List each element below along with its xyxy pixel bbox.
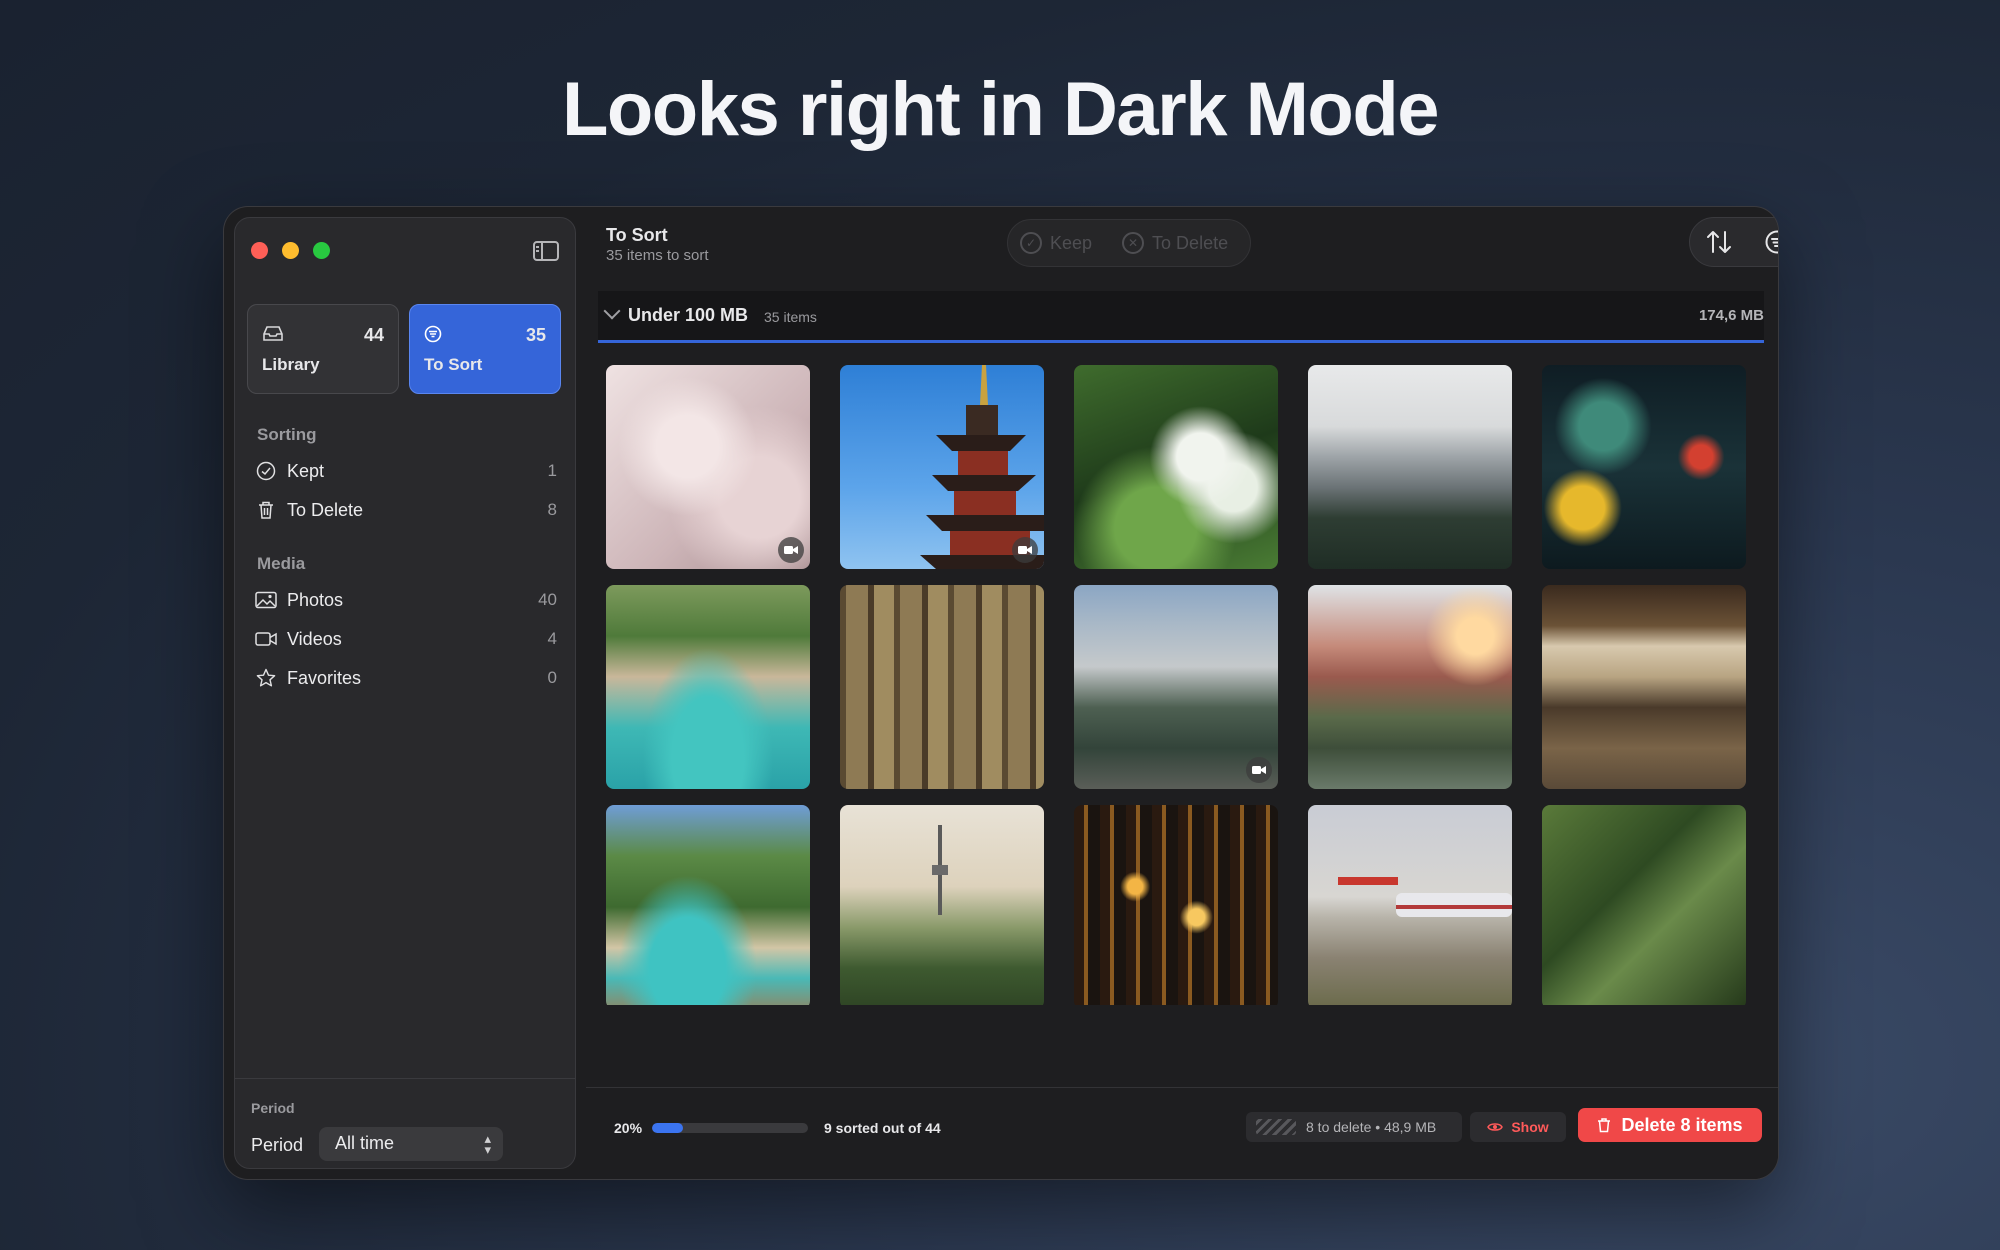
summary-cards: 44 Library 35 To Sort [247,304,561,394]
to-sort-count: 35 [525,325,546,345]
tray-icon [263,326,283,341]
library-label: Library [262,355,320,374]
stripes-icon [1256,1119,1296,1135]
group-header[interactable]: Under 100 MB 35 items 174,6 MB [598,291,1764,343]
photo-thumbnail[interactable] [1074,585,1278,789]
star-icon [255,667,277,689]
sidebar-item-count: 8 [547,500,557,519]
photo-thumbnail[interactable] [1542,585,1746,789]
progress-bar [652,1123,808,1133]
show-button[interactable]: Show [1470,1112,1566,1142]
sidebar-item-to-delete[interactable]: To Delete 8 [255,495,557,525]
zoom-window-button[interactable] [313,242,330,259]
main-content: To Sort 35 items to sort ✓ Keep ✕ To Del… [586,207,1778,1179]
photo-icon [255,589,277,611]
photo-thumbnail[interactable] [1074,365,1278,569]
sort-button[interactable] [1690,217,1748,267]
headline: Looks right in Dark Mode [561,67,1440,152]
to-delete-button[interactable]: To Delete [1152,233,1228,254]
chevron-down-icon[interactable] [603,302,621,320]
to-sort-card[interactable]: 35 To Sort [409,304,561,394]
progress-fill [652,1123,684,1133]
group-size: 174,6 MB [1698,307,1764,324]
filter-button[interactable] [1748,217,1778,267]
delete-items-button[interactable]: Delete 8 items [1578,1108,1762,1142]
photo-thumbnail[interactable] [606,805,810,1005]
video-icon [255,628,277,650]
xmark-icon: ✕ [1122,232,1145,254]
delete-items-label: Delete 8 items [1621,1114,1743,1135]
sidebar-item-count: 1 [547,461,557,480]
photo-thumbnail[interactable] [1074,805,1278,1005]
library-card[interactable]: 44 Library [247,304,399,394]
sort-arrows-icon [1707,231,1731,253]
period-section-title: Period [251,1100,295,1116]
progress-percent: 20% [614,1120,643,1136]
eye-icon [1487,1123,1504,1131]
photo-grid [606,365,1766,1005]
period-value: All time [335,1133,395,1153]
trash-icon [1598,1118,1611,1133]
show-label: Show [1511,1119,1549,1135]
sidebar-item-kept[interactable]: Kept 1 [255,456,557,486]
video-badge-icon [1246,757,1272,783]
checkmark-circle-icon [255,460,277,482]
sidebar-item-count: 4 [547,629,557,648]
group-title: Under 100 MB [628,305,749,325]
updown-chevron-icon: ▴ ▾ [484,1131,491,1157]
sidebar-item-photos[interactable]: Photos 40 [255,585,557,615]
to-sort-label: To Sort [424,355,483,374]
photo-thumbnail[interactable] [1542,805,1746,1005]
sidebar-item-label: Videos [287,628,342,649]
sidebar-item-label: Photos [287,589,344,610]
photo-thumbnail[interactable] [1308,805,1512,1005]
keep-delete-control: ✓ Keep ✕ To Delete [1007,219,1251,267]
sidebar-item-label: Favorites [287,667,362,688]
period-select[interactable]: All time ▴ ▾ [319,1127,503,1161]
page-subtitle: 35 items to sort [606,247,709,264]
sorting-section-title: Sorting [257,425,317,444]
period-label: Period [251,1135,304,1155]
sorted-count: 9 sorted out of 44 [824,1120,941,1136]
photo-thumbnail[interactable] [1308,585,1512,789]
sidebar-toggle-icon[interactable] [533,241,559,261]
close-window-button[interactable] [251,242,268,259]
media-section-title: Media [257,554,306,573]
photo-thumbnail[interactable] [840,805,1044,1005]
trash-icon [255,499,277,521]
photo-thumbnail[interactable] [606,585,810,789]
photo-thumbnail[interactable] [606,365,810,569]
sidebar-item-videos[interactable]: Videos 4 [255,624,557,654]
photo-thumbnail[interactable] [1308,365,1512,569]
filter-circle-icon [424,325,442,343]
sidebar: 44 Library 35 To Sort Sorting Kept 1 To … [234,217,576,1169]
keep-button[interactable]: Keep [1050,233,1092,254]
photo-thumbnail[interactable] [1542,365,1746,569]
video-badge-icon [778,537,804,563]
app-window: 44 Library 35 To Sort Sorting Kept 1 To … [224,207,1778,1179]
sort-filter-group [1689,217,1778,267]
filter-icon [1765,230,1778,254]
sidebar-item-count: 40 [538,590,557,609]
photo-thumbnail[interactable] [840,365,1044,569]
video-badge-icon [1012,537,1038,563]
sidebar-item-label: Kept [287,460,325,481]
minimize-window-button[interactable] [282,242,299,259]
sidebar-item-count: 0 [547,668,557,687]
sidebar-item-label: To Delete [287,499,364,520]
divider [235,1078,575,1079]
delete-summary-text: 8 to delete • 48,9 MB [1306,1119,1437,1135]
group-count: 35 items [764,309,817,325]
window-controls [251,242,330,259]
sidebar-item-favorites[interactable]: Favorites 0 [255,663,557,693]
delete-summary: 8 to delete • 48,9 MB [1246,1112,1462,1142]
page-title: To Sort [606,225,668,245]
checkmark-icon: ✓ [1020,232,1042,254]
status-bar: 20% 9 sorted out of 44 8 to delete • 48,… [586,1087,1778,1179]
library-count: 44 [363,325,384,345]
photo-thumbnail[interactable] [840,585,1044,789]
